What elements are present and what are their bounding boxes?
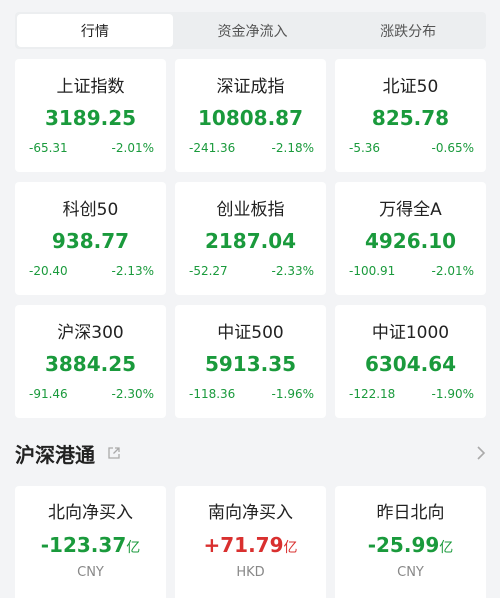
flow-unit: 亿 [439,540,454,556]
index-changes: -91.46 -2.30% [15,386,166,402]
index-card-chinext[interactable]: 创业板指 2187.04 -52.27 -2.33% [175,182,326,295]
connect-section-header: 沪深港通 [15,437,486,469]
index-name: 沪深300 [57,323,124,343]
index-name: 科创50 [62,200,119,220]
index-changes: -52.27 -2.33% [175,263,326,279]
index-changes: -241.36 -2.18% [175,140,326,156]
flow-currency: CNY [77,565,104,580]
index-changes: -65.31 -2.01% [15,140,166,156]
index-name: 深证成指 [216,77,285,97]
flow-currency: CNY [397,565,424,580]
flow-value: -123.37亿 [41,533,140,557]
northbound-card[interactable]: 北向净买入 -123.37亿 CNY [15,486,166,598]
index-change: -20.40 [29,264,68,278]
market-tabs: 行情 资金净流入 涨跌分布 [15,12,486,49]
index-card-szse[interactable]: 深证成指 10808.87 -241.36 -2.18% [175,59,326,172]
index-pct: -2.30% [111,387,154,401]
index-name: 万得全A [379,200,442,220]
index-value: 5913.35 [204,352,297,376]
index-change: -241.36 [189,141,236,155]
flow-currency: HKD [236,565,265,580]
index-grid: 上证指数 3189.25 -65.31 -2.01% 深证成指 10808.87… [15,59,486,418]
index-value: 3189.25 [44,106,137,130]
tab-capital-inflow[interactable]: 资金净流入 [175,12,331,49]
index-card-star50[interactable]: 科创50 938.77 -20.40 -2.13% [15,182,166,295]
index-card-wind-a[interactable]: 万得全A 4926.10 -100.91 -2.01% [335,182,486,295]
flow-name: 北向净买入 [48,503,133,523]
tab-market[interactable]: 行情 [17,14,173,47]
section-title: 沪深港通 [15,442,95,467]
flow-value: +71.79亿 [203,533,297,557]
index-card-csi500[interactable]: 中证500 5913.35 -118.36 -1.96% [175,305,326,418]
index-change: -91.46 [29,387,68,401]
flow-value: -25.99亿 [368,533,454,557]
index-change: -65.31 [29,141,68,155]
index-card-csi1000[interactable]: 中证1000 6304.64 -122.18 -1.90% [335,305,486,418]
index-value: 4926.10 [364,229,457,253]
flow-unit: 亿 [283,540,298,556]
index-value: 3884.25 [44,352,137,376]
index-change: -122.18 [349,387,396,401]
index-card-csi300[interactable]: 沪深300 3884.25 -91.46 -2.30% [15,305,166,418]
index-changes: -118.36 -1.96% [175,386,326,402]
index-card-sse[interactable]: 上证指数 3189.25 -65.31 -2.01% [15,59,166,172]
index-change: -118.36 [189,387,236,401]
connect-flow-grid: 北向净买入 -123.37亿 CNY 南向净买入 +71.79亿 HKD 昨日北… [15,486,486,598]
share-icon[interactable] [107,446,121,460]
index-change: -5.36 [349,141,381,155]
index-pct: -2.13% [111,264,154,278]
index-changes: -20.40 -2.13% [15,263,166,279]
flow-unit: 亿 [126,540,141,556]
yesterday-northbound-card[interactable]: 昨日北向 -25.99亿 CNY [335,486,486,598]
index-name: 创业板指 [216,200,285,220]
index-changes: -122.18 -1.90% [335,386,486,402]
index-pct: -0.65% [431,141,474,155]
index-value: 938.77 [51,229,130,253]
index-name: 北证50 [382,77,439,97]
flow-amount: -25.99 [367,533,440,557]
index-changes: -100.91 -2.01% [335,263,486,279]
index-name: 中证500 [217,323,284,343]
index-name: 上证指数 [56,77,125,97]
index-card-bse50[interactable]: 北证50 825.78 -5.36 -0.65% [335,59,486,172]
index-pct: -2.33% [271,264,314,278]
chevron-right-icon[interactable] [476,445,486,461]
index-pct: -2.18% [271,141,314,155]
tab-distribution[interactable]: 涨跌分布 [330,12,486,49]
index-change: -52.27 [189,264,228,278]
index-pct: -1.90% [431,387,474,401]
index-pct: -2.01% [111,141,154,155]
index-value: 10808.87 [197,106,303,130]
index-name: 中证1000 [371,323,450,343]
index-value: 6304.64 [364,352,457,376]
flow-amount: +71.79 [203,533,284,557]
index-changes: -5.36 -0.65% [335,140,486,156]
southbound-card[interactable]: 南向净买入 +71.79亿 HKD [175,486,326,598]
index-value: 825.78 [371,106,450,130]
flow-amount: -123.37 [40,533,127,557]
flow-name: 昨日北向 [376,503,445,523]
index-pct: -2.01% [431,264,474,278]
flow-name: 南向净买入 [208,503,293,523]
index-pct: -1.96% [271,387,314,401]
index-change: -100.91 [349,264,396,278]
index-value: 2187.04 [204,229,297,253]
